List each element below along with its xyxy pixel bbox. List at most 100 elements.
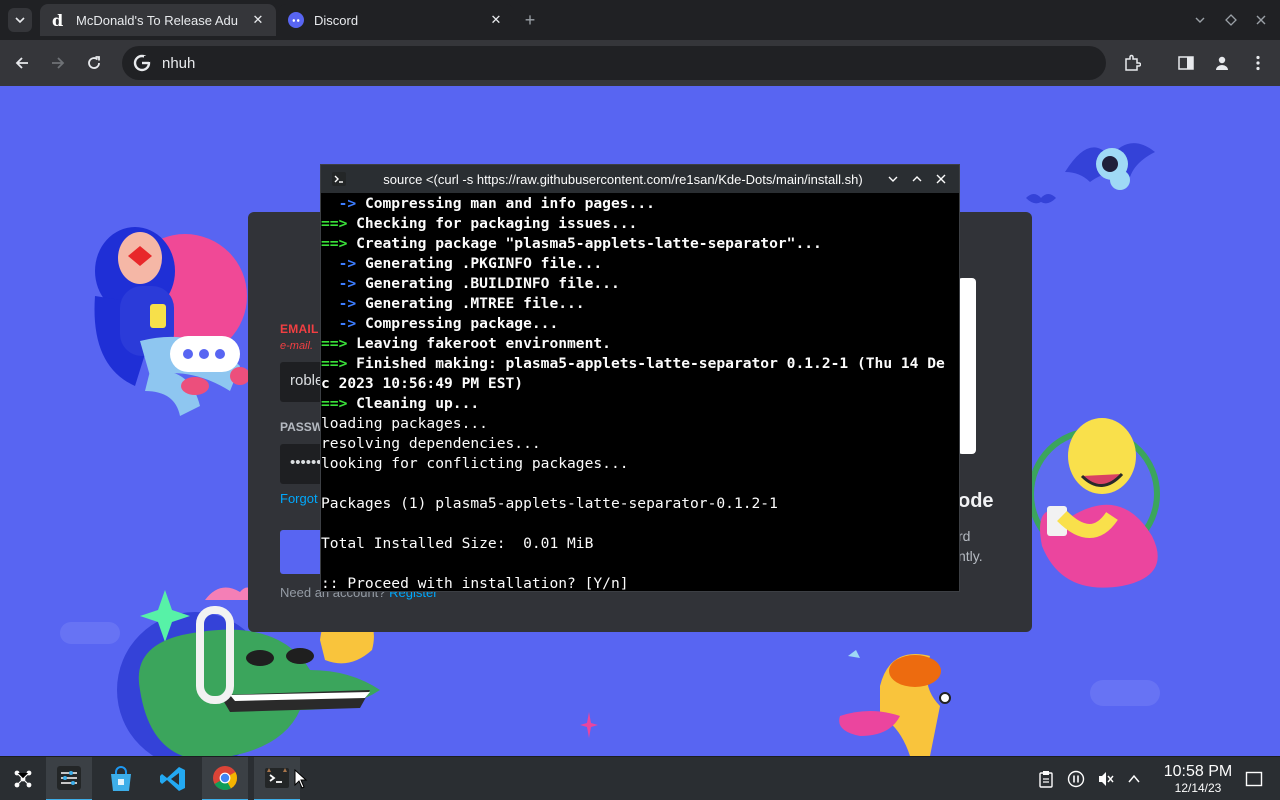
qr-title: ode <box>958 490 994 512</box>
side-panel-button[interactable] <box>1174 51 1198 75</box>
task-discover[interactable] <box>98 757 144 800</box>
clock[interactable]: 10:58 PM 12/14/23 <box>1150 763 1246 795</box>
tab-title: Discord <box>314 12 359 28</box>
terminal-line-text: Generating .BUILDINFO file... <box>356 275 620 292</box>
arrow-left-icon <box>15 57 28 69</box>
terminal-line: ==> Creating package "plasma5-applets-la… <box>321 234 959 254</box>
qr-code <box>958 278 976 454</box>
media-tray-button[interactable] <box>1066 769 1086 789</box>
chevron-down-icon <box>888 176 898 182</box>
terminal-line: -> Compressing man and info pages... <box>321 194 959 214</box>
show-desktop-button[interactable] <box>1244 769 1264 789</box>
close-icon <box>936 174 946 184</box>
chrome-icon <box>213 766 237 791</box>
settings-icon <box>57 766 81 790</box>
terminal-titlebar[interactable]: source <(curl -s https://raw.githubuserc… <box>321 165 959 193</box>
terminal-line-text: c 2023 10:56:49 PM EST) <box>321 375 524 392</box>
terminal-line-prefix: ==> <box>321 215 348 232</box>
google-icon <box>133 54 151 72</box>
discover-store-icon <box>111 766 131 791</box>
trumpet-creature-illustration <box>839 650 951 756</box>
terminal-line: ==> Checking for packaging issues... <box>321 214 959 234</box>
kebab-menu-icon <box>1256 55 1260 71</box>
sparkle-icon <box>580 712 598 738</box>
address-bar[interactable]: nhuh <box>122 46 1106 80</box>
password-label: PASSW <box>280 420 324 434</box>
new-tab-button[interactable]: + <box>520 10 540 30</box>
terminal-line-text: Generating .MTREE file... <box>356 295 585 312</box>
terminal-line-text: Checking for packaging issues... <box>347 215 638 232</box>
terminal-line-text: Compressing package... <box>356 315 559 332</box>
d-letter-icon: d <box>50 12 66 28</box>
extensions-button[interactable] <box>1120 51 1144 75</box>
tab-search-button[interactable] <box>8 8 32 32</box>
browser-toolbar: nhuh <box>0 40 1280 86</box>
close-icon[interactable]: ✕ <box>250 12 266 28</box>
tab-mcdonalds[interactable]: d McDonald's To Release Adu ✕ <box>40 4 276 36</box>
side-panel-icon <box>1178 56 1194 70</box>
profile-button[interactable] <box>1210 51 1234 75</box>
small-bat-decoration <box>1026 194 1056 204</box>
terminal-line-prefix: -> <box>321 195 357 212</box>
qr-subtitle: rd ntly. <box>958 526 983 566</box>
minimize-button[interactable] <box>881 169 905 189</box>
back-button[interactable] <box>10 51 34 75</box>
app-launcher-button[interactable] <box>0 757 46 800</box>
pause-icon <box>1067 770 1085 788</box>
svg-text:d: d <box>52 12 63 28</box>
konsole-icon <box>331 171 347 187</box>
email-label: EMAIL <box>280 322 319 336</box>
chevron-down-icon <box>15 17 25 24</box>
puzzle-icon <box>1125 54 1141 71</box>
browser-tabstrip: d McDonald's To Release Adu ✕ Discord ✕ … <box>0 0 1280 40</box>
email-error: e-mail. <box>280 340 314 352</box>
terminal-line-prefix: ==> <box>321 235 348 252</box>
close-button[interactable] <box>929 169 953 189</box>
address-text: nhuh <box>162 54 196 72</box>
reload-icon <box>88 56 100 69</box>
clock-date: 12/14/23 <box>1174 781 1222 795</box>
qr-subtitle-line: ntly. <box>958 548 983 564</box>
terminal-line: ==> Leaving fakeroot environment. <box>321 334 959 354</box>
terminal-line-prefix: ==> <box>321 355 348 372</box>
app-launcher-icon <box>14 770 32 788</box>
terminal-line-text: resolving dependencies... <box>321 435 541 452</box>
terminal-line-prefix: -> <box>321 315 357 332</box>
terminal-line-text: Finished making: plasma5-applets-latte-s… <box>347 355 945 372</box>
maximize-button[interactable] <box>905 169 929 189</box>
maximize-icon[interactable] <box>1221 10 1241 30</box>
tray-expand-button[interactable] <box>1124 769 1144 789</box>
reload-button[interactable] <box>82 51 106 75</box>
menu-button[interactable] <box>1246 51 1270 75</box>
volume-muted-icon <box>1099 772 1114 786</box>
task-settings[interactable] <box>46 757 92 800</box>
terminal-line-prefix: ==> <box>321 335 348 352</box>
terminal-line: Packages (1) plasma5-applets-latte-separ… <box>321 494 959 514</box>
show-desktop-icon <box>1245 771 1263 787</box>
terminal-title: source <(curl -s https://raw.githubuserc… <box>383 171 863 187</box>
bat-creature-illustration <box>1065 143 1155 190</box>
chevron-up-icon <box>1128 774 1140 783</box>
discord-icon <box>288 12 304 28</box>
terminal-output[interactable]: -> Compressing man and info pages... ==> … <box>321 194 959 591</box>
tab-discord[interactable]: Discord ✕ <box>278 4 514 36</box>
terminal-window[interactable]: source <(curl -s https://raw.githubuserc… <box>320 164 960 592</box>
minimize-icon[interactable] <box>1190 10 1210 30</box>
forward-button[interactable] <box>46 51 70 75</box>
task-vscode[interactable] <box>150 757 196 800</box>
terminal-line-prefix: -> <box>321 255 357 272</box>
terminal-line-text: Leaving fakeroot environment. <box>347 335 611 352</box>
clipboard-icon <box>1039 771 1053 788</box>
close-window-icon[interactable] <box>1251 10 1271 30</box>
terminal-line: resolving dependencies... <box>321 434 959 454</box>
forgot-password-link[interactable]: Forgot <box>280 491 318 506</box>
clipboard-tray-button[interactable] <box>1036 769 1056 789</box>
volume-tray-button[interactable] <box>1096 769 1116 789</box>
close-icon[interactable]: ✕ <box>488 12 504 28</box>
terminal-line-text: :: Proceed with installation? [Y/n] <box>321 575 629 591</box>
task-chrome[interactable] <box>202 757 248 800</box>
taskbar: 10:58 PM 12/14/23 <box>0 756 1280 800</box>
terminal-line-prefix: -> <box>321 275 357 292</box>
